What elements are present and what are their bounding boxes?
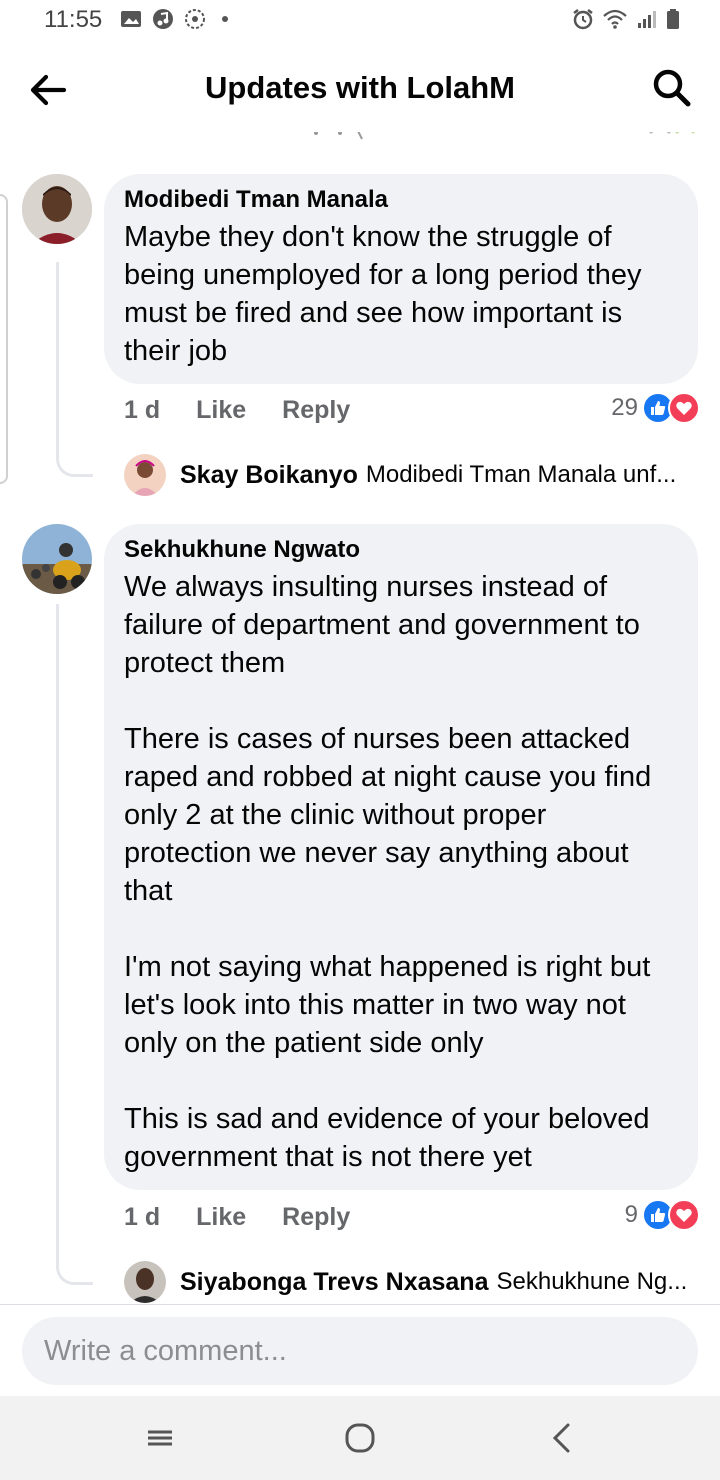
comment-author[interactable]: Sekhukhune Ngwato (124, 536, 678, 564)
reaction-count: 29 (611, 394, 638, 421)
recent-apps-button[interactable] (140, 1418, 180, 1458)
wifi-icon (602, 8, 628, 30)
search-icon (653, 69, 691, 107)
reply-preview[interactable]: Siyabonga Trevs Nxasana Sekhukhune Ng... (124, 1261, 687, 1303)
comment-time: 1 d (124, 396, 161, 424)
reply-thread-line (56, 604, 93, 1285)
reaction-summary[interactable]: 9 (625, 1199, 700, 1231)
comment-text: We always insulting nurses instead of fa… (124, 571, 652, 1173)
dot-icon (222, 16, 228, 22)
comments-feed[interactable]: Modibedi Tman Manala Maybe they don't kn… (0, 132, 720, 1304)
gallery-icon (120, 8, 142, 30)
like-button[interactable]: Like (196, 396, 246, 425)
avatar[interactable] (124, 454, 166, 496)
home-button[interactable] (340, 1418, 380, 1458)
alarm-icon (572, 8, 594, 30)
avatar[interactable] (124, 1261, 166, 1303)
back-chevron-icon (552, 1423, 570, 1453)
reply-preview[interactable]: Skay Boikanyo Modibedi Tman Manala unf..… (124, 454, 676, 496)
heart-icon (668, 392, 700, 424)
reaction-count: 9 (624, 1201, 638, 1228)
comment-text: Maybe they don't know the struggle of be… (124, 221, 650, 367)
comment-time: 1 d (124, 1203, 161, 1231)
reply-button[interactable]: Reply (282, 396, 350, 425)
comment-composer-bar (0, 1304, 720, 1397)
app-header: Updates with LolahM (0, 44, 720, 132)
signal-icon (636, 8, 658, 30)
search-button[interactable] (652, 68, 692, 108)
comment-bubble[interactable]: Modibedi Tman Manala Maybe they don't kn… (104, 174, 698, 384)
reply-text: Modibedi Tman Manala unf... (365, 461, 677, 488)
system-nav-bar (0, 1396, 720, 1480)
status-time: 11:55 (44, 6, 103, 33)
home-icon (345, 1423, 375, 1453)
avatar[interactable] (22, 524, 92, 594)
previous-reaction-fragment (648, 132, 696, 135)
music-icon (152, 8, 174, 30)
like-button[interactable]: Like (196, 1203, 246, 1232)
system-back-button[interactable] (542, 1418, 582, 1458)
reply-text: Sekhukhune Ng... (496, 1268, 688, 1295)
recent-apps-icon (148, 1430, 172, 1446)
avatar[interactable] (22, 174, 92, 244)
reply-thread-line (56, 262, 93, 477)
comment-author[interactable]: Modibedi Tman Manala (124, 186, 678, 214)
status-bar: 11:55 (0, 0, 720, 44)
scroll-edge-bracket (0, 194, 8, 484)
reply-author[interactable]: Skay Boikanyo (180, 461, 358, 490)
reaction-summary[interactable]: 29 (611, 392, 700, 424)
comment-input[interactable] (22, 1317, 698, 1385)
settings-sync-icon (184, 8, 206, 30)
heart-icon (668, 1199, 700, 1231)
reply-button[interactable]: Reply (282, 1203, 350, 1232)
page-title: Updates with LolahM (205, 70, 515, 105)
reply-author[interactable]: Siyabonga Trevs Nxasana (180, 1268, 488, 1297)
battery-icon (666, 8, 680, 30)
previous-content-fragment (310, 132, 370, 140)
comment-bubble[interactable]: Sekhukhune Ngwato We always insulting nu… (104, 524, 698, 1190)
